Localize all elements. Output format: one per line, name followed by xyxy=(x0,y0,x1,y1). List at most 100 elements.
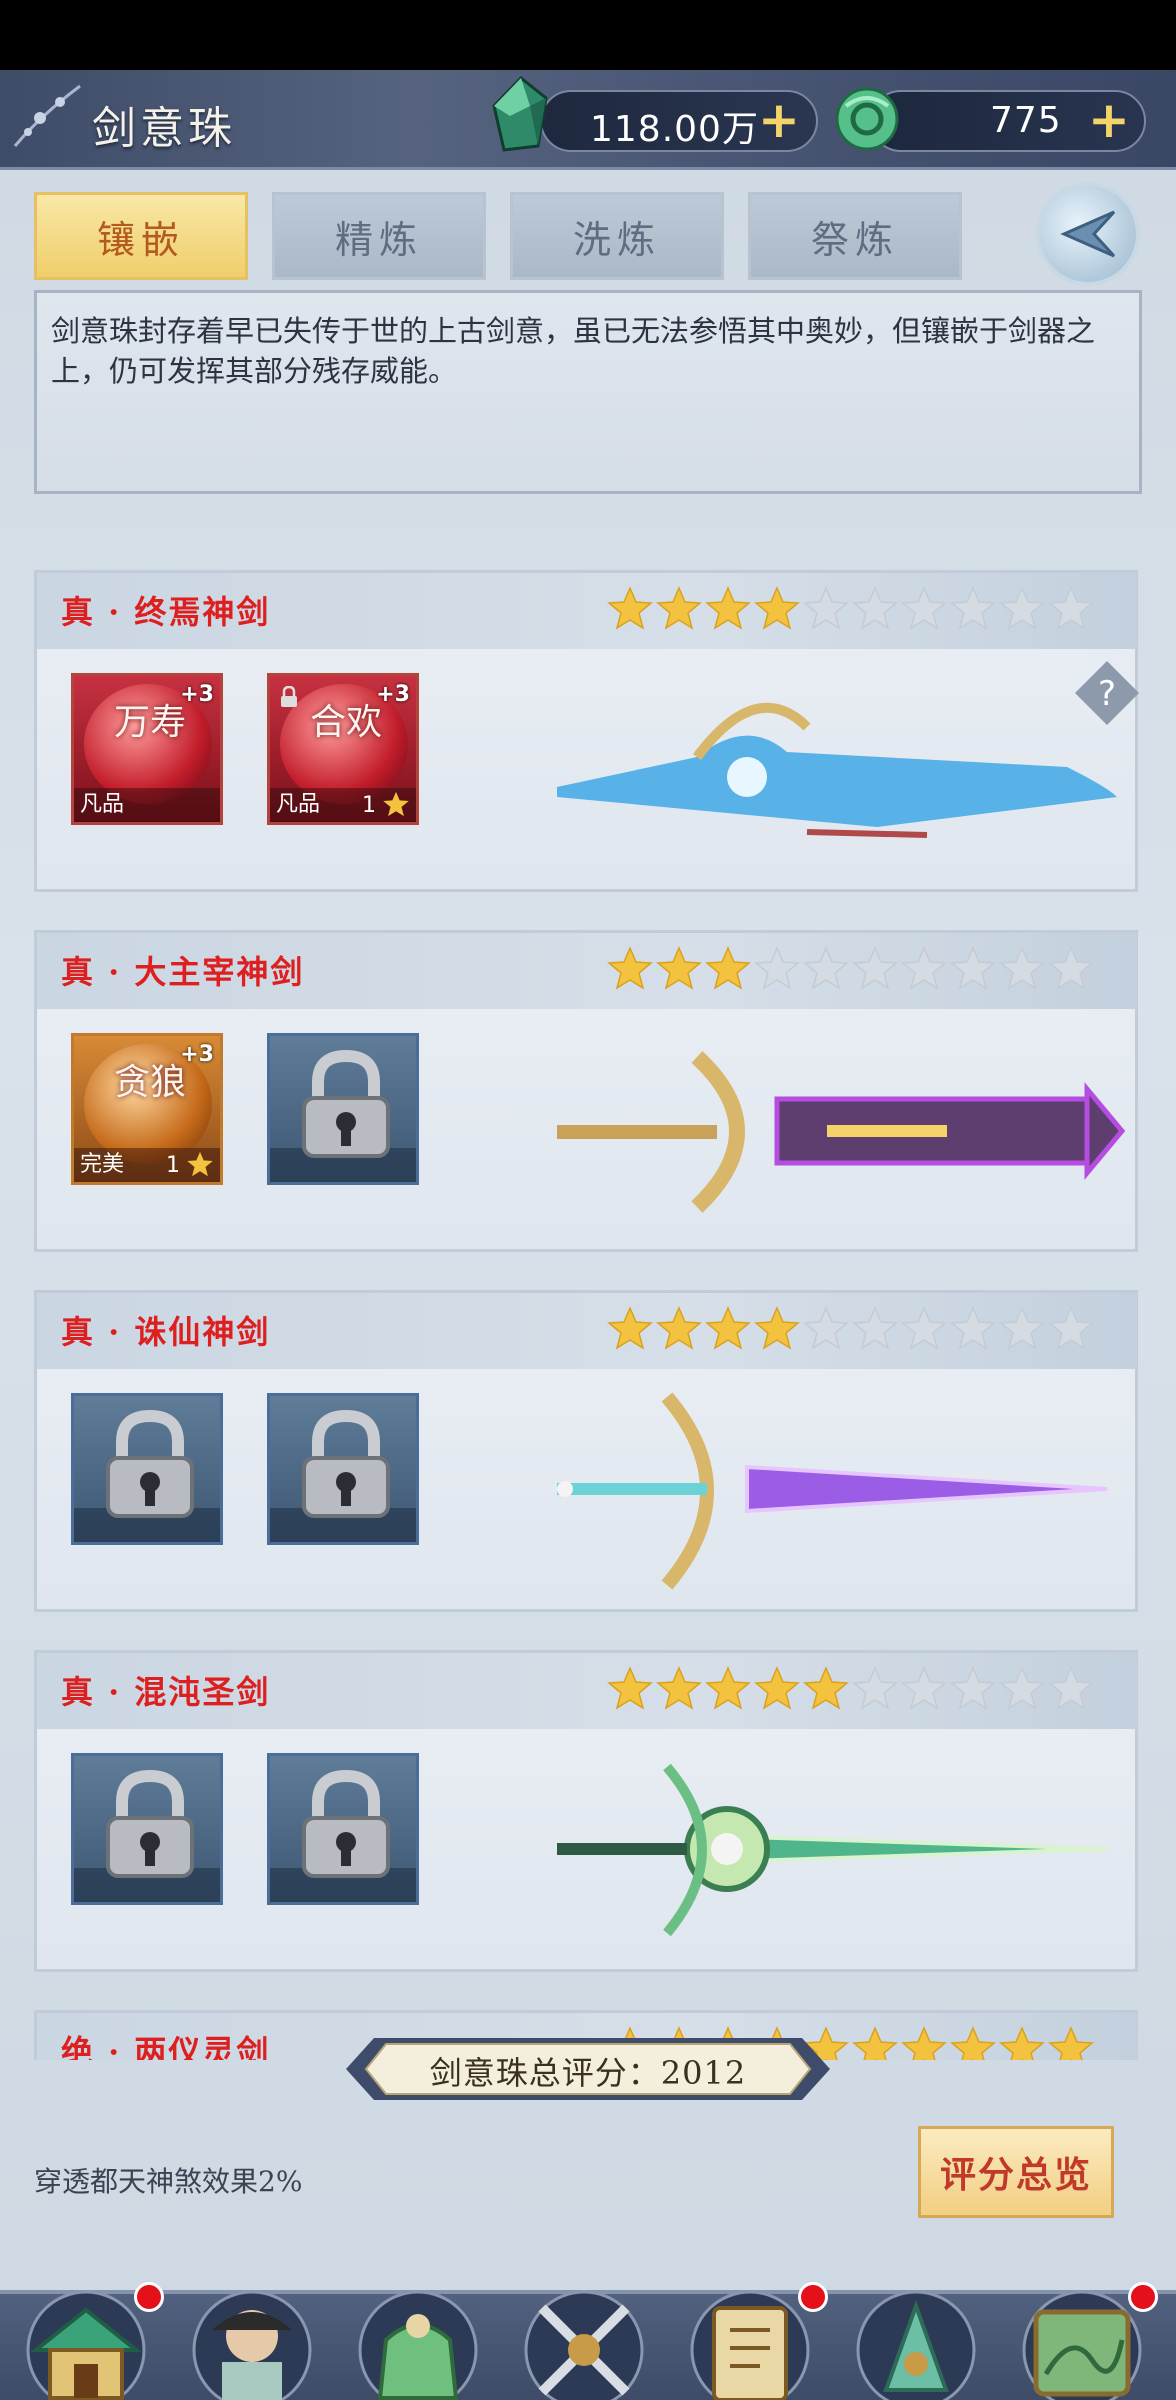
sword-card[interactable]: 真 · 诛仙神剑 xyxy=(34,1290,1138,1612)
star-empty-icon xyxy=(1048,1305,1094,1351)
star-filled-icon xyxy=(754,1665,800,1711)
gem-slot[interactable]: 万寿 +3 凡品 xyxy=(71,673,223,825)
resource-crystal: 118.00万 + xyxy=(540,90,818,152)
gem-slot-locked[interactable] xyxy=(267,1753,419,1905)
star-empty-icon xyxy=(754,945,800,991)
sword-list[interactable]: 真 · 终焉神剑 万寿 +3 凡品 合欢 +3 凡品 1 ? 真 · 大主宰神剑 xyxy=(34,500,1142,2060)
star-empty-icon xyxy=(901,1305,947,1351)
sword-card[interactable]: 真 · 终焉神剑 万寿 +3 凡品 合欢 +3 凡品 1 ? xyxy=(34,570,1139,892)
world-map-icon xyxy=(1022,2290,1142,2400)
star-filled-icon xyxy=(1048,2025,1094,2060)
star-filled-icon xyxy=(705,585,751,631)
star-filled-icon xyxy=(754,1305,800,1351)
star-filled-icon xyxy=(656,585,702,631)
gem-name: 贪狼 xyxy=(113,1062,186,1103)
tab-inlay[interactable]: 镶嵌 xyxy=(34,192,248,280)
small-lock-icon xyxy=(281,686,297,707)
star-filled-icon xyxy=(705,1305,751,1351)
star-empty-icon xyxy=(901,585,947,631)
star-filled-icon xyxy=(607,1305,653,1351)
star-empty-icon xyxy=(999,1665,1045,1711)
sword-forge-icon xyxy=(856,2290,976,2400)
gem-slot[interactable]: 合欢 +3 凡品 1 xyxy=(267,673,419,825)
nav-crossed-swords[interactable]: 征服 xyxy=(514,2270,654,2400)
gem-slot-locked[interactable] xyxy=(267,1033,419,1185)
star-empty-icon xyxy=(999,585,1045,631)
crossed-swords-icon xyxy=(524,2290,644,2400)
gem-slot-locked[interactable] xyxy=(71,1393,223,1545)
star-empty-icon xyxy=(950,945,996,991)
star-icon xyxy=(383,791,409,817)
star-filled-icon xyxy=(705,1665,751,1711)
star-filled-icon xyxy=(803,1665,849,1711)
star-rating xyxy=(607,945,1094,991)
effect-text: 穿透都天神煞效果2% xyxy=(34,2165,303,2198)
gem-name: 万寿 xyxy=(113,702,186,743)
star-empty-icon xyxy=(852,585,898,631)
star-empty-icon xyxy=(999,945,1045,991)
sword-name: 真 · 终焉神剑 xyxy=(61,593,271,631)
back-arrow-icon xyxy=(1060,210,1116,258)
star-filled-icon xyxy=(754,585,800,631)
star-empty-icon xyxy=(852,945,898,991)
add-coin-button[interactable]: + xyxy=(1084,95,1134,146)
score-overview-button[interactable]: 评分总览 xyxy=(918,2126,1114,2218)
star-rating xyxy=(607,585,1094,631)
nav-scroll[interactable]: 招式 xyxy=(680,2270,828,2400)
notification-badge xyxy=(134,2282,164,2312)
star-filled-icon xyxy=(607,1665,653,1711)
sword-card[interactable]: 真 · 混沌圣剑 xyxy=(34,1650,1138,1972)
gem-star-level: 1 xyxy=(166,1153,180,1178)
nav-cave-mansion[interactable]: 洞府 xyxy=(16,2270,164,2400)
svg-text:?: ? xyxy=(1098,674,1116,714)
star-empty-icon xyxy=(901,945,947,991)
gem-slot[interactable]: 贪狼 +3 完美 1 xyxy=(71,1033,223,1185)
star-empty-icon xyxy=(1048,1665,1094,1711)
gem-grade: 完美 xyxy=(80,1152,125,1177)
nav-sword-forge[interactable]: 剑器 xyxy=(846,2270,986,2400)
star-empty-icon xyxy=(950,1665,996,1711)
star-filled-icon xyxy=(705,945,751,991)
star-filled-icon xyxy=(852,2025,898,2060)
tab-reroll[interactable]: 洗炼 xyxy=(510,192,724,280)
nav-character[interactable]: 角色 xyxy=(182,2270,322,2400)
tab-sacrifice[interactable]: 祭炼 xyxy=(748,192,962,280)
character-icon xyxy=(192,2290,312,2400)
nav-bag[interactable]: 背包 xyxy=(348,2270,488,2400)
add-crystal-button[interactable]: + xyxy=(754,95,804,146)
cave-mansion-icon xyxy=(26,2290,146,2400)
description-text: 剑意珠封存着早已失传于世的上古剑意，虽已无法参悟其中奥妙，但镶嵌于剑器之上，仍可… xyxy=(51,314,1096,388)
sword-artwork xyxy=(557,1051,1126,1213)
star-empty-icon xyxy=(950,585,996,631)
star-empty-icon xyxy=(950,1305,996,1351)
tab-refine[interactable]: 精炼 xyxy=(272,192,486,280)
gem-name: 合欢 xyxy=(309,702,382,743)
star-rating xyxy=(607,1305,1094,1351)
star-filled-icon xyxy=(950,2025,996,2060)
star-icon xyxy=(187,1151,213,1177)
gem-slot-locked[interactable] xyxy=(267,1393,419,1545)
nav-world-map[interactable]: 世界 xyxy=(1012,2270,1158,2400)
star-empty-icon xyxy=(901,1665,947,1711)
sword-name: 绝 · 两仪灵剑 xyxy=(61,2033,271,2060)
sword-card[interactable]: 真 · 大主宰神剑 贪狼 +3 完美 1 xyxy=(34,930,1138,1252)
gem-star-level: 1 xyxy=(362,793,376,818)
star-empty-icon xyxy=(852,1305,898,1351)
star-filled-icon xyxy=(656,1305,702,1351)
resource-crystal-value: 118.00万 xyxy=(590,109,759,150)
notification-badge xyxy=(1128,2282,1158,2312)
scroll-icon xyxy=(690,2290,810,2400)
star-empty-icon xyxy=(999,1305,1045,1351)
sword-artwork xyxy=(557,702,1117,838)
gem-slot-locked[interactable] xyxy=(71,1753,223,1905)
sword-name: 真 · 混沌圣剑 xyxy=(61,1673,271,1711)
back-button[interactable] xyxy=(1036,182,1140,286)
description-panel: 剑意珠封存着早已失传于世的上古剑意，虽已无法参悟其中奥妙，但镶嵌于剑器之上，仍可… xyxy=(34,290,1142,494)
help-icon[interactable]: ? xyxy=(1071,657,1142,729)
star-filled-icon xyxy=(901,2025,947,2060)
star-filled-icon xyxy=(656,1665,702,1711)
total-score: 剑意珠总评分：2012 xyxy=(429,2054,747,2092)
jade-coin-icon xyxy=(835,87,899,151)
star-empty-icon xyxy=(1048,585,1094,631)
star-rating xyxy=(607,1665,1094,1711)
